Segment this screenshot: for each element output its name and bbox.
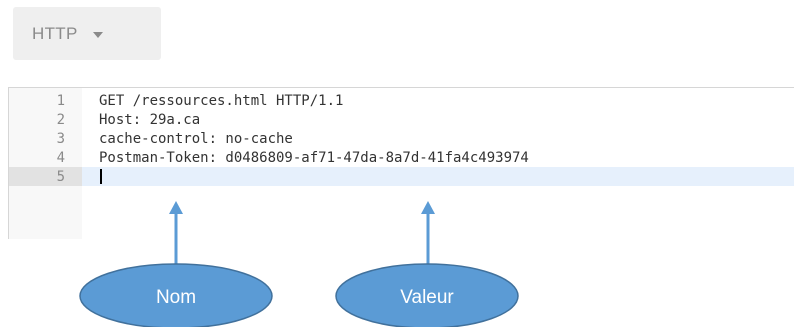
editor-line[interactable]: 1 GET /ressources.html HTTP/1.1 bbox=[9, 91, 794, 110]
line-number: 5 bbox=[56, 168, 65, 185]
editor-line[interactable]: 4 Postman-Token: d0486809-af71-47da-8a7d… bbox=[9, 148, 794, 167]
editor-line[interactable]: 2 Host: 29a.ca bbox=[9, 110, 794, 129]
line-text: Postman-Token: d0486809-af71-47da-8a7d-4… bbox=[99, 149, 529, 166]
language-dropdown-label: HTTP bbox=[32, 23, 78, 43]
code-editor[interactable]: 1 GET /ressources.html HTTP/1.1 2 Host: … bbox=[8, 87, 794, 239]
value-callout-label: Valeur bbox=[400, 287, 454, 308]
text-cursor bbox=[100, 169, 102, 184]
line-text: GET /ressources.html HTTP/1.1 bbox=[99, 92, 344, 109]
editor-line-active[interactable]: 5 bbox=[9, 167, 794, 186]
line-number: 3 bbox=[56, 130, 65, 147]
line-number: 2 bbox=[56, 111, 65, 128]
name-callout-label: Nom bbox=[156, 287, 196, 308]
value-callout: Valeur bbox=[335, 263, 519, 327]
line-number: 1 bbox=[56, 92, 65, 109]
chevron-down-icon[interactable] bbox=[92, 31, 103, 38]
line-number: 4 bbox=[56, 149, 65, 166]
line-text: Host: 29a.ca bbox=[99, 111, 201, 128]
language-dropdown[interactable]: HTTP bbox=[13, 7, 161, 60]
line-text: cache-control: no-cache bbox=[99, 130, 293, 147]
editor-line[interactable]: 3 cache-control: no-cache bbox=[9, 129, 794, 148]
name-callout: Nom bbox=[79, 263, 273, 327]
